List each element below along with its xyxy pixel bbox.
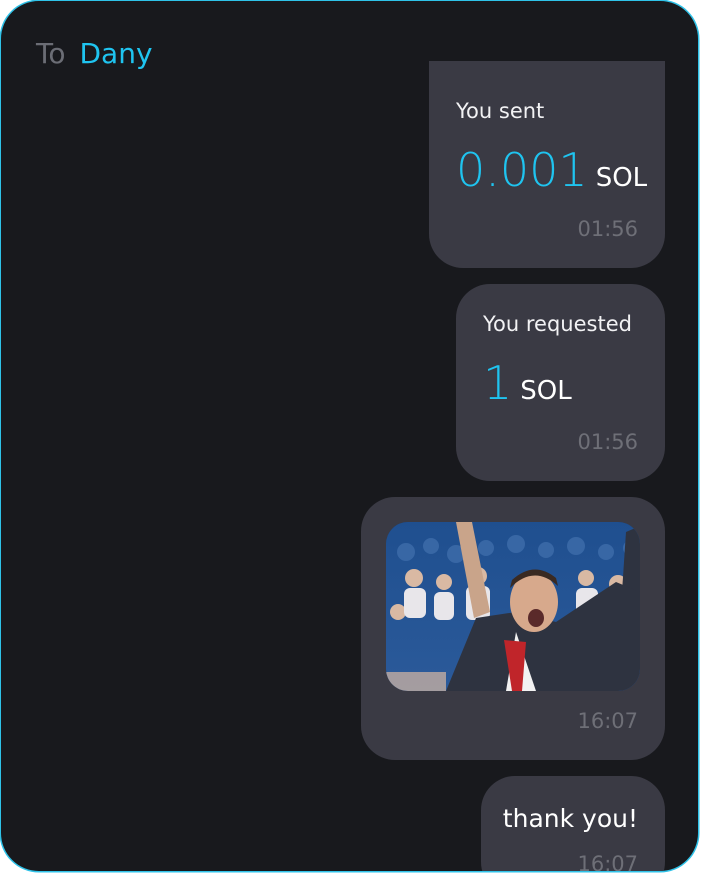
- payment-request-bubble[interactable]: You requested 1 SOL 01:56: [456, 284, 665, 481]
- request-amount: 1: [483, 356, 513, 410]
- message-text: thank you!: [502, 804, 638, 833]
- message-timestamp: 01:56: [577, 430, 638, 454]
- request-amount-row: 1 SOL: [483, 356, 572, 410]
- payment-caption: You sent: [456, 99, 545, 123]
- payment-currency: SOL: [595, 163, 648, 193]
- payment-amount: 0.001: [456, 143, 588, 197]
- payment-amount-row: 0.001 SOL: [456, 143, 647, 197]
- message-timestamp: 16:07: [577, 709, 638, 733]
- text-message-bubble[interactable]: thank you! 16:07: [481, 776, 665, 871]
- message-timestamp: 01:56: [577, 217, 638, 241]
- recipient-name[interactable]: Dany: [79, 37, 152, 70]
- chat-header: To Dany: [36, 33, 153, 73]
- gif-image[interactable]: [386, 522, 640, 691]
- payment-sent-bubble[interactable]: You sent 0.001 SOL 01:56: [429, 61, 665, 268]
- to-label: To: [36, 36, 66, 70]
- image-message-bubble[interactable]: 16:07: [361, 497, 665, 760]
- request-caption: You requested: [483, 312, 632, 336]
- chat-window: To Dany You sent 0.001 SOL 01:56 You req…: [1, 1, 698, 871]
- message-timestamp: 16:07: [577, 852, 638, 871]
- request-currency: SOL: [520, 376, 572, 406]
